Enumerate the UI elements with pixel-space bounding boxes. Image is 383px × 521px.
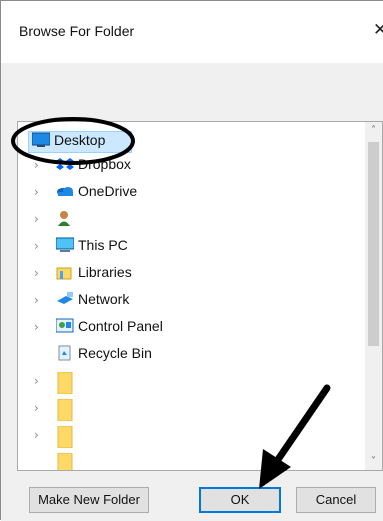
tree-item-label: Network xyxy=(78,291,130,307)
chevron-right-icon[interactable]: › xyxy=(34,266,39,280)
tree-item-folder[interactable]: › xyxy=(18,395,358,421)
network-icon xyxy=(57,292,73,304)
folder-icon xyxy=(57,399,73,421)
desktop-icon xyxy=(32,132,50,147)
dropbox-icon xyxy=(56,158,74,170)
tree-item-label: This PC xyxy=(78,237,128,253)
control-panel-icon xyxy=(56,318,74,333)
chevron-right-icon[interactable]: › xyxy=(34,374,39,388)
user-icon xyxy=(58,211,70,226)
computer-icon xyxy=(56,237,74,252)
ok-button[interactable]: OK xyxy=(199,487,281,513)
scroll-thumb[interactable] xyxy=(368,142,379,346)
tree-item-libraries[interactable]: › Libraries xyxy=(18,260,358,286)
scroll-down-icon[interactable]: ˅ xyxy=(365,453,382,470)
tree-item-control-panel[interactable]: › Control Panel xyxy=(18,314,358,340)
chevron-right-icon[interactable]: › xyxy=(34,293,39,307)
chevron-right-icon[interactable]: › xyxy=(34,212,39,226)
chevron-right-icon[interactable]: › xyxy=(34,320,39,334)
scroll-up-icon[interactable]: ˄ xyxy=(365,122,382,139)
chevron-right-icon[interactable]: › xyxy=(34,185,39,199)
tree-item-dropbox[interactable]: › Dropbox xyxy=(18,152,358,178)
onedrive-icon xyxy=(57,187,73,196)
close-icon[interactable]: ✕ xyxy=(373,20,383,40)
browse-for-folder-dialog: Browse For Folder ✕ Desktop › Dropbox › … xyxy=(0,0,383,521)
folder-icon xyxy=(57,426,73,448)
tree-item-recycle-bin[interactable]: Recycle Bin xyxy=(18,341,358,367)
libraries-icon xyxy=(56,267,72,280)
cancel-button[interactable]: Cancel xyxy=(296,487,376,513)
tree-item-label: OneDrive xyxy=(78,183,138,199)
tree-item-label: Desktop xyxy=(54,132,106,148)
recycle-bin-icon xyxy=(58,345,71,361)
title-bar: Browse For Folder ✕ xyxy=(1,1,383,63)
tree-item-desktop[interactable]: Desktop xyxy=(18,128,358,154)
tree-item-label: Control Panel xyxy=(78,318,163,334)
tree-item-label: Dropbox xyxy=(78,156,131,172)
tree-item-onedrive[interactable]: › OneDrive xyxy=(18,179,358,205)
tree-item-label: Recycle Bin xyxy=(78,345,152,361)
chevron-right-icon[interactable]: › xyxy=(34,158,39,172)
tree-item-user[interactable]: › xyxy=(18,206,358,232)
vertical-scrollbar[interactable]: ˄ ˅ xyxy=(365,122,382,470)
tree-item-label: Libraries xyxy=(78,264,132,280)
chevron-right-icon[interactable]: › xyxy=(34,401,39,415)
chevron-right-icon[interactable]: › xyxy=(34,239,39,253)
tree-item-network[interactable]: › Network xyxy=(18,287,358,313)
tree-item-folder[interactable]: › xyxy=(18,422,358,448)
tree-item-folder[interactable]: › xyxy=(18,368,358,394)
folder-icon xyxy=(57,453,73,470)
tree-item-this-pc[interactable]: › This PC xyxy=(18,233,358,259)
folder-icon xyxy=(57,372,73,394)
tree-item-folder[interactable] xyxy=(18,449,358,470)
dialog-title: Browse For Folder xyxy=(19,23,135,39)
make-new-folder-button[interactable]: Make New Folder xyxy=(29,487,149,513)
chevron-right-icon[interactable]: › xyxy=(34,428,39,442)
folder-tree[interactable]: Desktop › Dropbox › OneDrive › › This PC… xyxy=(17,121,383,471)
